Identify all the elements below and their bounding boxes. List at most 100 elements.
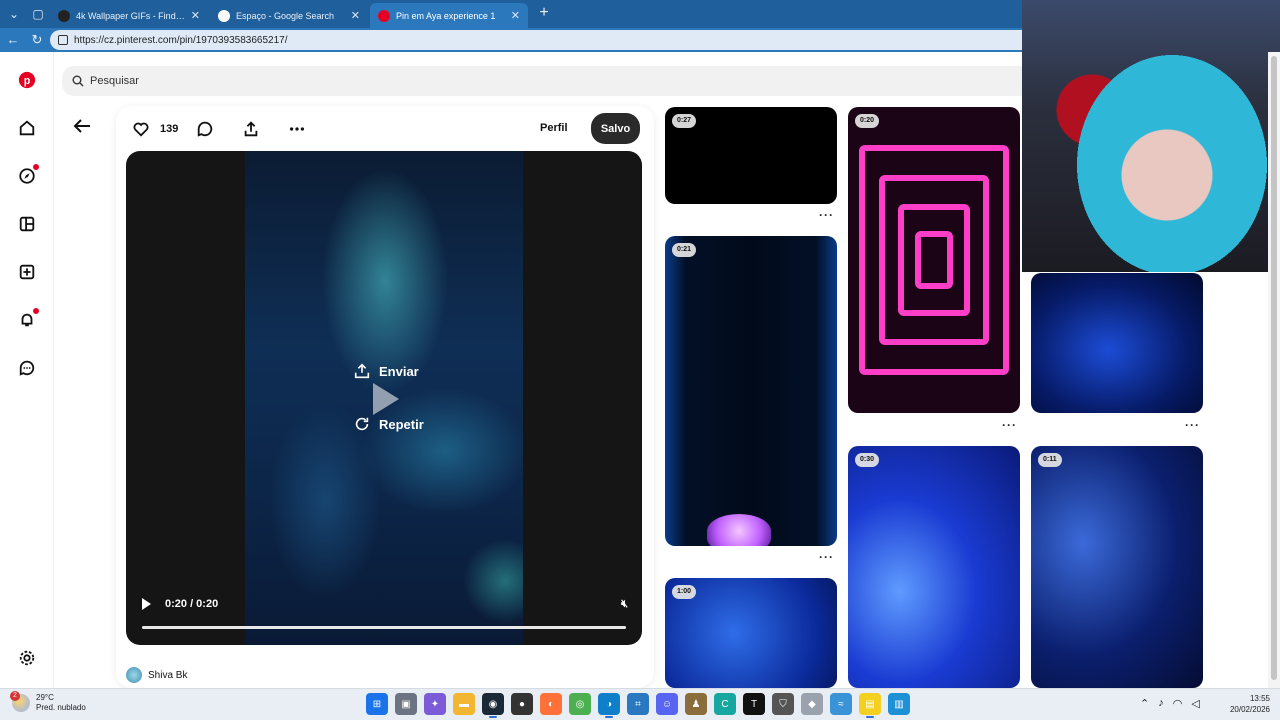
video-progress-bar[interactable]	[142, 626, 626, 629]
share-icon	[354, 363, 370, 379]
pin-more-icon[interactable]: ···	[1185, 418, 1200, 432]
boards-icon[interactable]	[17, 214, 37, 234]
tab-wallpaper-gifs[interactable]: 4k Wallpaper GIFs - Find & Share o ✕	[50, 3, 208, 28]
close-tab-icon[interactable]: ✕	[511, 9, 520, 22]
play-overlay-icon[interactable]	[373, 383, 399, 415]
sticky-notes-icon[interactable]: ▤	[859, 693, 881, 718]
screenshot-tool-icon[interactable]: ⌗	[627, 693, 649, 715]
save-button[interactable]: Salvo	[591, 113, 640, 144]
controller-icon[interactable]: ◆	[801, 693, 823, 715]
lock-icon	[58, 35, 68, 45]
copilot-icon[interactable]: ✦	[424, 693, 446, 715]
back-arrow-icon[interactable]	[72, 118, 94, 138]
page-scrollbar[interactable]	[1268, 52, 1280, 688]
related-pin[interactable]: 0:27	[665, 107, 837, 204]
related-pin[interactable]	[1031, 273, 1203, 413]
app-fish-icon[interactable]: ≈	[830, 693, 852, 715]
video-progress-fill	[142, 626, 626, 629]
pin-more-icon[interactable]: ···	[819, 550, 834, 564]
duration-badge: 1:00	[672, 585, 697, 599]
related-pin[interactable]: 1:00	[665, 578, 837, 688]
clock-time: 13:55	[1249, 694, 1270, 703]
repeat-overlay-button[interactable]: Repetir	[353, 415, 424, 433]
pin-more-icon[interactable]: ···	[819, 208, 834, 222]
google-favicon-icon	[218, 9, 230, 22]
back-arrow-icon[interactable]: ←	[4, 31, 22, 49]
game-character-icon[interactable]: ♟	[685, 693, 707, 715]
replay-icon	[355, 417, 369, 431]
pinterest-favicon-icon	[378, 9, 390, 22]
video-time: 0:20 / 0:20	[165, 598, 219, 610]
file-explorer-icon[interactable]: ▬	[453, 693, 475, 715]
comment-icon[interactable]	[196, 120, 214, 138]
system-clock[interactable]: 13:55 20/02/2026	[1222, 693, 1270, 715]
refresh-icon[interactable]: ↻	[28, 31, 46, 49]
app-window-icon[interactable]: ▥	[888, 693, 910, 715]
share-icon[interactable]	[242, 120, 260, 138]
taskbar-apps: ⊞ ▣ ✦ ▬ ◉ ● ◐ ◎ ◑ ⌗ ☺ ♟ C T ⛉ ◆ ≈ ▤ ▥	[366, 693, 910, 718]
home-icon[interactable]	[17, 118, 37, 138]
notifications-bell-icon[interactable]	[17, 308, 39, 330]
neon-tunnel-ring	[915, 231, 953, 289]
obs-icon[interactable]: ●	[511, 693, 533, 715]
chrome-icon[interactable]: ◎	[569, 693, 591, 715]
creator-row[interactable]: Shiva Bk	[126, 667, 187, 683]
steam-icon[interactable]: ◉	[482, 693, 504, 718]
search-icon	[72, 75, 84, 87]
scrollbar-thumb[interactable]	[1271, 56, 1277, 680]
microphone-icon[interactable]: ♪	[1158, 697, 1164, 710]
network-icon[interactable]: ◠	[1173, 697, 1183, 710]
task-view-icon[interactable]: ▣	[395, 693, 417, 715]
tray-chevron-icon[interactable]: ⌃	[1140, 697, 1149, 710]
notification-dot	[33, 164, 39, 170]
video-controls: 0:20 / 0:20 🔇︎	[142, 596, 628, 612]
explore-compass-icon[interactable]	[17, 164, 39, 186]
duration-badge: 0:11	[1038, 453, 1062, 467]
weather-temp: 29°C	[36, 693, 54, 702]
svg-text:p: p	[24, 75, 31, 87]
firefox-icon[interactable]: ◐	[540, 693, 562, 715]
mute-icon[interactable]: 🔇︎	[621, 598, 628, 611]
close-tab-icon[interactable]: ✕	[351, 9, 360, 22]
glowing-rose-image	[707, 514, 771, 546]
clock-date: 20/02/2026	[1229, 705, 1270, 714]
close-tab-icon[interactable]: ✕	[191, 9, 200, 22]
messages-icon[interactable]	[17, 358, 37, 378]
creator-name: Shiva Bk	[148, 669, 188, 681]
avatar	[126, 667, 142, 683]
pinterest-logo-icon[interactable]: p	[17, 70, 37, 90]
pin-more-icon[interactable]: ···	[1002, 418, 1017, 432]
related-pin[interactable]: 0:21	[665, 236, 837, 546]
send-overlay-button[interactable]: Enviar	[353, 362, 419, 380]
volume-icon[interactable]: ◁	[1191, 697, 1199, 710]
workspaces-icon[interactable]: ▢	[28, 4, 48, 24]
search-input[interactable]: Pesquisar	[62, 66, 1102, 96]
notification-dot	[33, 308, 39, 314]
edge-icon[interactable]: ◑	[598, 693, 620, 718]
weather-desc: Pred. nublado	[36, 703, 86, 712]
settings-gear-icon[interactable]	[17, 648, 37, 668]
heart-icon[interactable]	[132, 120, 150, 138]
related-pin[interactable]: 0:20	[848, 107, 1020, 413]
app-c-icon[interactable]: C	[714, 693, 736, 715]
pinterest-sidebar: p	[0, 52, 54, 688]
discord-icon[interactable]: ☺	[656, 693, 678, 715]
related-pin[interactable]: 0:30	[848, 446, 1020, 688]
app-shield-icon[interactable]: ⛉	[772, 693, 794, 715]
more-options-icon[interactable]	[288, 120, 306, 138]
weather-badge: 2	[10, 691, 20, 701]
windows-start-icon[interactable]: ⊞	[366, 693, 388, 715]
webcam-overlay	[1022, 0, 1280, 272]
duration-badge: 0:30	[855, 453, 880, 467]
new-tab-icon[interactable]: +	[535, 4, 553, 22]
play-icon[interactable]	[142, 598, 151, 610]
perfil-board-select[interactable]: Perfil	[540, 118, 568, 138]
tab-google-search[interactable]: Espaço - Google Search ✕	[210, 3, 368, 28]
app-top-icon[interactable]: T	[743, 693, 765, 715]
system-tray: ⌃ ♪ ◠ ◁	[1140, 697, 1200, 710]
weather-widget[interactable]: 2 29°C Pred. nublado	[10, 691, 86, 713]
tab-menu-chevron-icon[interactable]: ⌄	[4, 4, 24, 24]
tab-pinterest-pin[interactable]: Pin em Aya experience 1 ✕	[370, 3, 528, 28]
create-icon[interactable]	[17, 262, 37, 282]
related-pin[interactable]: 0:11	[1031, 446, 1203, 688]
